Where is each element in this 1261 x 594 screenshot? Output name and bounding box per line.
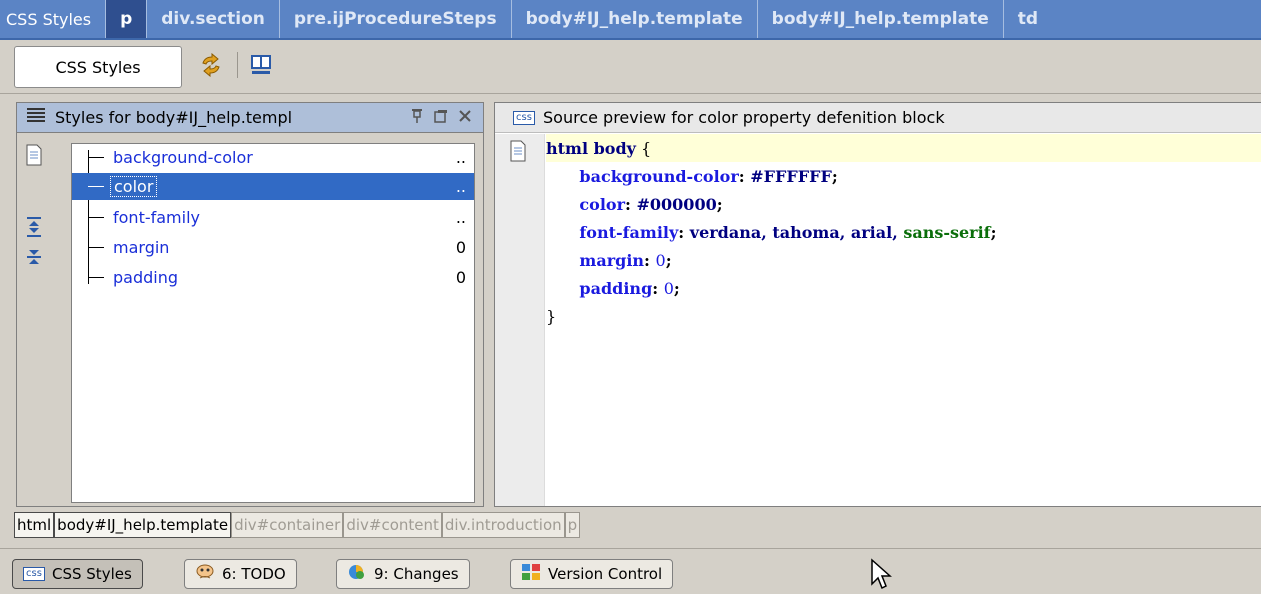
css-icon: css [23,567,45,581]
tree-item-font-family[interactable]: font-family .. [72,204,474,231]
property-value: 0 [455,268,466,287]
css-property: color [579,194,626,214]
toolbar-separator [237,52,238,78]
tree-item-margin[interactable]: margin 0 [72,234,474,261]
editor-tab-bar: CSS Styles p div.section pre.ijProcedure… [0,0,1261,40]
css-property: padding [579,278,653,298]
style-property-tree[interactable]: background-color .. color .. font-family… [71,143,475,503]
tab-p[interactable]: p [105,0,147,38]
list-icon [25,106,47,130]
css-selector: html body [546,138,636,158]
code-line-margin: margin: 0; [579,250,672,270]
editor-gutter [495,134,545,506]
css-value: #000000 [636,194,717,214]
css-styles-tool-button[interactable]: css CSS Styles [12,559,143,589]
close-icon[interactable] [457,108,473,128]
tab-pre-procedure-steps[interactable]: pre.ijProcedureSteps [278,0,511,38]
property-value: .. [455,148,466,167]
tab-body-help-template-1[interactable]: body#IJ_help.template [510,0,757,38]
property-name: padding [113,268,179,287]
property-value: .. [455,177,466,196]
code-line-font-family: font-family: verdana, tahoma, arial, san… [579,222,997,242]
document-icon[interactable] [25,144,45,166]
css-value: verdana, tahoma, arial, [689,222,904,242]
property-name: margin [113,238,170,257]
property-name: color [110,176,158,197]
css-file-icon: css [513,110,535,125]
todo-icon [195,563,215,585]
tree-item-color[interactable]: color .. [72,173,474,200]
tool-button-label: Version Control [548,565,663,583]
styles-panel-header: Styles for body#IJ_help.templ [17,103,483,133]
vcs-icon [521,563,541,585]
pin-icon[interactable] [409,108,425,128]
source-preview-header: css Source preview for color property de… [495,103,1261,133]
code-line-closing-brace: } [546,306,557,326]
tab-td[interactable]: td [1002,0,1052,38]
mouse-cursor-icon [870,558,894,590]
property-value: 0 [455,238,466,257]
document-icon [509,140,527,166]
refresh-icon[interactable] [198,52,224,78]
layout-icon[interactable] [248,52,274,78]
tab-css-styles[interactable]: CSS Styles [0,0,105,38]
css-value: 0 [655,250,666,270]
breadcrumb-html[interactable]: html [14,512,55,538]
code-line-selector: html body { [546,134,1261,162]
css-property: margin [579,250,645,270]
code-line-background-color: background-color: #FFFFFF; [579,166,838,186]
todo-tool-button[interactable]: 6: TODO [184,559,297,589]
css-property: background-color [579,166,739,186]
styles-panel-side-toolbar [17,134,53,506]
breadcrumb-div-content[interactable]: div#content [343,512,442,538]
tool-button-label: 6: TODO [222,565,286,583]
breadcrumb-p[interactable]: p [564,512,581,538]
tool-button-label: 9: Changes [374,565,459,583]
source-code-view[interactable]: html body { background-color: #FFFFFF; c… [546,134,1261,506]
collapse-all-icon[interactable] [25,246,45,268]
changes-tool-button[interactable]: 9: Changes [336,559,470,589]
css-value: #FFFFFF [750,166,832,186]
property-value: .. [455,208,466,227]
expand-all-icon[interactable] [25,216,45,238]
tree-item-background-color[interactable]: background-color .. [72,144,474,171]
tree-item-padding[interactable]: padding 0 [72,264,474,291]
css-value-generic: sans-serif [903,222,991,242]
css-value: 0 [663,278,674,298]
css-styles-tab[interactable]: CSS Styles [14,46,182,88]
version-control-tool-button[interactable]: Version Control [510,559,674,589]
styles-panel: Styles for body#IJ_help.templ background… [16,102,484,507]
breadcrumb-div-introduction[interactable]: div.introduction [441,512,565,538]
property-name: background-color [113,148,253,167]
tab-div-section[interactable]: div.section [146,0,279,38]
tool-button-label: CSS Styles [52,565,132,583]
breadcrumb: html body#IJ_help.template div#container… [14,512,581,538]
changes-icon [347,563,367,585]
breadcrumb-div-container[interactable]: div#container [231,512,344,538]
styles-panel-title: Styles for body#IJ_help.templ [55,108,293,127]
float-icon[interactable] [433,108,449,128]
source-preview-title: Source preview for color property defeni… [543,108,945,127]
code-line-padding: padding: 0; [579,278,680,298]
tab-body-help-template-2[interactable]: body#IJ_help.template [756,0,1003,38]
toolbar: CSS Styles [0,40,1261,94]
source-preview-panel: css Source preview for color property de… [494,102,1261,507]
tool-window-bar: css CSS Styles 6: TODO 9: Changes Versio… [0,548,1261,594]
code-line-color: color: #000000; [579,194,723,214]
css-property: font-family [579,222,679,242]
property-name: font-family [113,208,200,227]
breadcrumb-body[interactable]: body#IJ_help.template [54,512,232,538]
